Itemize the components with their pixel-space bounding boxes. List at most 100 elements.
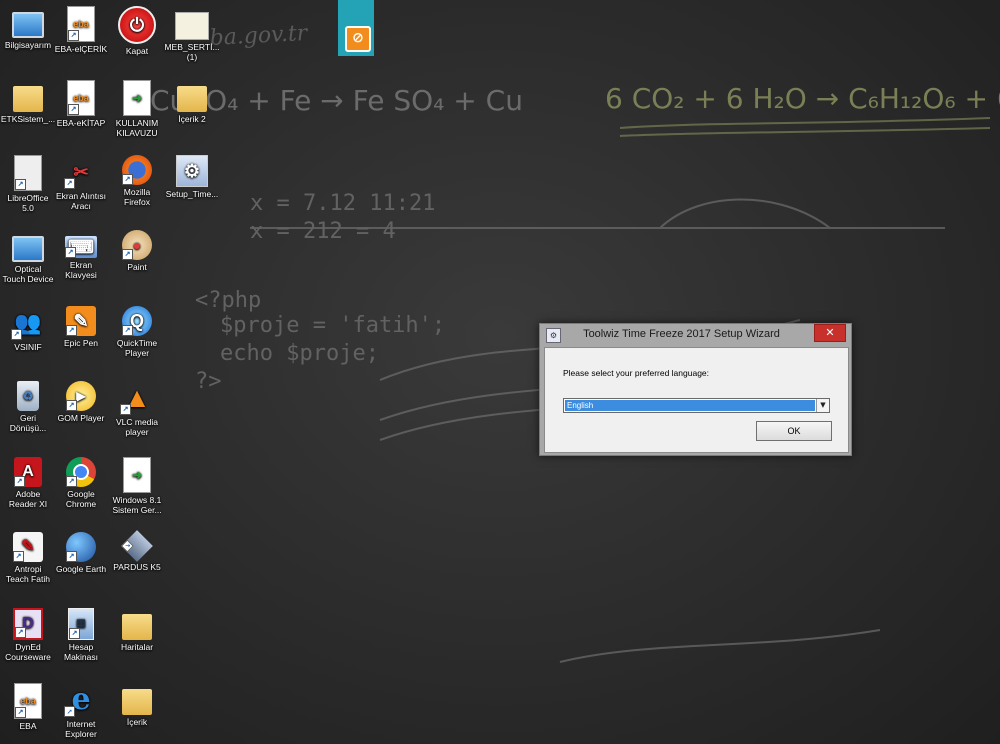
shortcut-arrow-icon: ↗ <box>122 325 133 336</box>
shortcut-arrow-icon: ↗ <box>122 174 133 185</box>
desktop-icon-optical-touch[interactable]: Optical Touch Device <box>0 230 56 284</box>
language-select[interactable]: English ▼ <box>563 398 830 413</box>
desktop-icon-label: Haritalar <box>120 642 154 652</box>
shortcut-arrow-icon: ↗ <box>64 178 75 189</box>
desktop-icon-label: GOM Player <box>57 413 105 423</box>
desktop-icon-kullanim-kilavuzu[interactable]: ➜ KULLANIM KILAVUZU <box>109 80 165 138</box>
desktop-icon-label: ETKSistem_... <box>0 114 56 124</box>
desktop-icon-eba-ekitap[interactable]: eba ↗ EBA-eKİTAP <box>53 80 109 128</box>
recycle-bin-icon: ♻ <box>17 381 39 411</box>
desktop-icon-label: KULLANIM KILAVUZU <box>115 118 159 138</box>
dialog-title: Toolwiz Time Freeze 2017 Setup Wizard <box>583 328 780 340</box>
calculator-icon: ▦ ↗ <box>68 608 94 640</box>
shortcut-arrow-icon: ↗ <box>15 627 26 638</box>
desktop-icon-hesap-makinasi[interactable]: ▦ ↗ Hesap Makinası <box>53 608 109 662</box>
folder-icon <box>13 86 43 112</box>
dialog-titlebar[interactable]: ⚙ Toolwiz Time Freeze 2017 Setup Wizard … <box>540 324 851 346</box>
svg-text:<?php: <?php <box>195 288 261 313</box>
desktop-icon-label: Setup_Time... <box>165 189 219 199</box>
shortcut-arrow-icon: ↗ <box>122 249 133 260</box>
ok-button[interactable]: OK <box>756 421 832 441</box>
desktop-icon-label: Ekran Alıntısı Aracı <box>55 191 107 211</box>
firefox-icon: ↗ <box>122 155 152 185</box>
desktop-icon-libreoffice[interactable]: ↗ LibreOffice 5.0 <box>0 155 56 213</box>
desktop-icon-ekran-klavyesi[interactable]: ⌨ ↗ Ekran Klavyesi <box>53 230 109 280</box>
shortcut-arrow-icon: ↗ <box>64 706 75 717</box>
desktop-icon-haritalar[interactable]: Haritalar <box>109 608 165 652</box>
desktop-icon-label: Mozilla Firefox <box>123 187 151 207</box>
shortcut-arrow-icon: ↗ <box>66 476 77 487</box>
epic-pen-sidebar[interactable]: ⊘ <box>338 0 374 56</box>
desktop-icon-ekran-alintisi[interactable]: ✂ ↗ Ekran Alıntısı Aracı <box>53 155 109 211</box>
desktop-icon-label: MEB_SERTİ... (1) <box>164 42 220 62</box>
google-earth-icon: ↗ <box>66 532 96 562</box>
desktop-icon-label: Kapat <box>125 46 149 56</box>
shortcut-arrow-icon: ↗ <box>68 30 79 41</box>
desktop-icon-pardus[interactable]: ↗ PARDUS K5 <box>109 530 165 572</box>
desktop-icon-kapat[interactable]: ⏻ Kapat <box>109 6 165 56</box>
setup-icon: ⚙ <box>176 155 208 187</box>
svg-text:$proje = 'fatih';: $proje = 'fatih'; <box>220 313 445 338</box>
shortcut-arrow-icon: ↗ <box>13 551 24 562</box>
desktop-icon-dyned[interactable]: D ↗ DynEd Courseware <box>0 608 56 662</box>
eba-icon: eba ↗ <box>67 80 95 116</box>
epic-pen-sidebar-icon[interactable]: ⊘ <box>345 26 371 52</box>
desktop-icon-etksistem[interactable]: ETKSistem_... <box>0 80 56 124</box>
desktop-icon-antropi[interactable]: ✎ ↗ Antropi Teach Fatih <box>0 532 56 584</box>
eba-icon: eba ↗ <box>14 683 42 719</box>
desktop-icon-label: Internet Explorer <box>65 719 97 739</box>
desktop-icon-windows-sistem[interactable]: ➜ Windows 8.1 Sistem Ger... <box>109 457 165 515</box>
shortcut-arrow-icon: ↗ <box>11 329 22 340</box>
desktop-icon-icerik-2[interactable]: İçerik 2 <box>164 80 220 124</box>
desktop-icon-label: İçerik <box>126 717 148 727</box>
desktop-icon-setup-time[interactable]: ⚙ Setup_Time... <box>164 155 220 199</box>
dialog-body: Please select your preferred language: E… <box>544 347 849 453</box>
libreoffice-icon: ↗ <box>14 155 42 191</box>
desktop-icon-label: Windows 8.1 Sistem Ger... <box>112 495 162 515</box>
chevron-down-icon[interactable]: ▼ <box>816 399 829 412</box>
setup-wizard-dialog: ⚙ Toolwiz Time Freeze 2017 Setup Wizard … <box>539 323 852 456</box>
desktop-icon-label: Geri Dönüşü... <box>9 413 47 433</box>
users-icon: 👥 ↗ <box>11 306 45 340</box>
desktop-icon-label: QuickTime Player <box>116 338 158 358</box>
desktop-icon-label: EBA-eKİTAP <box>56 118 106 128</box>
chrome-icon: ↗ <box>66 457 96 487</box>
desktop-icon-internet-explorer[interactable]: e ↗ Internet Explorer <box>53 683 109 739</box>
desktop-icon-meb-sertifika[interactable]: MEB_SERTİ... (1) <box>164 6 220 62</box>
desktop-icon-label: EBA <box>19 721 37 731</box>
pardus-icon: ↗ <box>121 530 153 562</box>
paint-icon: ● ↗ <box>122 230 152 260</box>
desktop-icon-label: LibreOffice 5.0 <box>7 193 49 213</box>
desktop-icon-vlc[interactable]: ▲ ↗ VLC media player <box>109 381 165 438</box>
close-button[interactable]: ✕ <box>814 324 846 342</box>
desktop-icon-label: Bilgisayarım <box>4 40 52 50</box>
desktop-icon-paint[interactable]: ● ↗ Paint <box>109 230 165 272</box>
desktop-icon-geri-donusum[interactable]: ♻ Geri Dönüşü... <box>0 381 56 433</box>
certificate-icon <box>175 12 209 40</box>
computer-icon <box>12 12 44 38</box>
desktop-icon-vsinif[interactable]: 👥 ↗ VSINIF <box>0 306 56 352</box>
monitor-icon <box>12 236 44 262</box>
desktop-icon-eba-icerik[interactable]: eba ↗ EBA-elÇERİK <box>53 6 109 54</box>
desktop-icon-chrome[interactable]: ↗ Google Chrome <box>53 457 109 509</box>
desktop-icon-label: Ekran Klavyesi <box>65 260 97 280</box>
svg-text:ba.gov.tr: ba.gov.tr <box>209 21 309 51</box>
shortcut-arrow-icon: ↗ <box>66 551 77 562</box>
shortcut-arrow-icon: ↗ <box>120 404 131 415</box>
desktop-icon-google-earth[interactable]: ↗ Google Earth <box>53 532 109 574</box>
shortcut-arrow-icon: ↗ <box>14 476 25 487</box>
desktop-icon-firefox[interactable]: ↗ Mozilla Firefox <box>109 155 165 207</box>
pen-icon: ✎ ↗ <box>66 306 96 336</box>
desktop-icon-bilgisayarim[interactable]: Bilgisayarım <box>0 6 56 50</box>
desktop-icon-epic-pen[interactable]: ✎ ↗ Epic Pen <box>53 306 109 348</box>
desktop-icon-adobe-reader[interactable]: A ↗ Adobe Reader XI <box>0 457 56 509</box>
desktop-icon-label: Hesap Makinası <box>63 642 98 662</box>
desktop-icon-eba[interactable]: eba ↗ EBA <box>0 683 56 731</box>
quicktime-icon: Q ↗ <box>122 306 152 336</box>
desktop-icon-quicktime[interactable]: Q ↗ QuickTime Player <box>109 306 165 358</box>
shortcut-arrow-icon: ↗ <box>15 707 26 718</box>
desktop-icon-icerik[interactable]: İçerik <box>109 683 165 727</box>
eba-icon: eba ↗ <box>67 6 95 42</box>
desktop-icon-gom-player[interactable]: ▶ ↗ GOM Player <box>53 381 109 423</box>
desktop-icon-label: İçerik 2 <box>178 114 206 124</box>
